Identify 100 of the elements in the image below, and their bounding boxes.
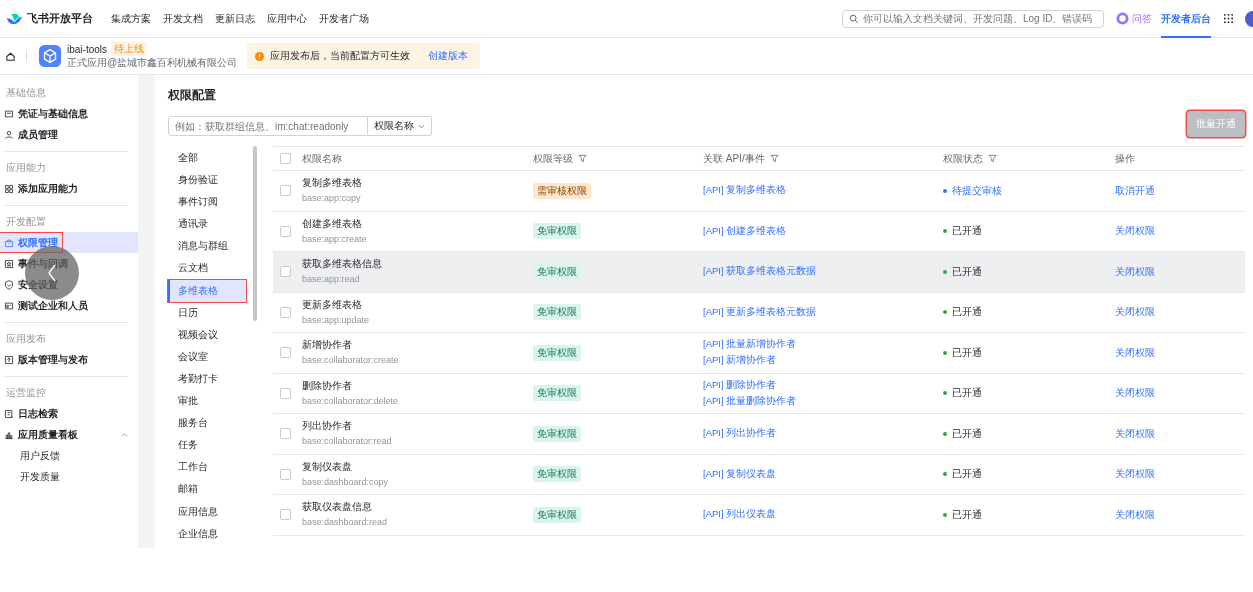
permission-name: 创建多维表格 [302,216,363,231]
api-link[interactable]: [API] 批量新增协作者 [703,338,943,352]
section-title: 应用发布 [5,332,47,346]
row-checkbox[interactable] [279,509,291,521]
ring-icon [1116,12,1129,25]
nav-link[interactable]: 更新日志 [215,11,255,26]
api-link[interactable]: [API] 列出仪表盘 [703,508,943,522]
app-subtitle: 正式应用@盐城市鑫百利机械有限公司 [67,56,238,70]
category-item[interactable]: 工作台 [168,456,246,479]
row-checkbox[interactable] [279,428,291,440]
caret-icon[interactable] [121,432,128,437]
nav-link[interactable]: 应用中心 [267,11,307,26]
level-tag: 免审权限 [533,385,581,402]
action-link[interactable]: 关闭权限 [1115,387,1155,399]
status-label: 已开通 [943,386,1115,401]
level-tag: 免审权限 [533,263,581,280]
sidebar-item[interactable]: 日志检索 [0,404,62,423]
brand-name[interactable]: 飞书开放平台 [27,11,93,26]
sidebar-subitem[interactable]: 开发质量 [0,466,138,487]
filter-input[interactable]: 例如：获取群组信息、im:chat:readonly [168,116,368,136]
permission-name: 列出协作者 [302,419,353,434]
category-item[interactable]: 应用信息 [168,500,246,523]
category-item[interactable]: 消息与群组 [168,235,246,258]
nav-link[interactable]: 集成方案 [111,11,151,26]
row-checkbox[interactable] [279,225,291,237]
action-link[interactable]: 关闭权限 [1115,508,1155,520]
action-link[interactable]: 关闭权限 [1115,306,1155,318]
sidebar-subitem[interactable]: 用户反馈 [0,445,138,466]
sidebar-item[interactable]: 添加应用能力 [0,179,82,198]
permission-scope: base:dashboard:copy [302,475,390,489]
api-link[interactable]: [API] 复制多维表格 [703,184,943,198]
nav-link[interactable]: 开发文档 [163,11,203,26]
action-link[interactable]: 取消开通 [1115,184,1155,196]
permission-name: 复制仪表盘 [302,459,353,474]
column-header: 权限状态 [943,151,983,166]
sidebar-item[interactable]: 凭证与基础信息 [0,104,92,123]
category-item[interactable]: 邮箱 [168,478,246,501]
create-version-link[interactable]: 创建版本 [428,49,469,63]
status-tag: 待上线 [111,42,148,56]
api-link[interactable]: [API] 复制仪表盘 [703,467,943,481]
app-name: ibai-tools [67,43,108,55]
api-link[interactable]: [API] 创建多维表格 [703,224,943,238]
category-item[interactable]: 身份验证 [168,169,246,192]
select-all-checkbox[interactable] [279,153,291,164]
action-link[interactable]: 关闭权限 [1115,265,1155,277]
filter-icon[interactable] [769,154,779,163]
filter-icon[interactable] [988,154,997,163]
category-item[interactable]: 多维表格 [168,279,246,302]
action-link[interactable]: 关闭权限 [1115,225,1155,237]
category-item[interactable]: 考勤打卡 [168,367,246,391]
permission-scope: base:app:update [302,313,371,327]
action-link[interactable]: 关闭权限 [1115,346,1155,358]
action-link[interactable]: 关闭权限 [1115,427,1155,439]
category-item[interactable]: 日历 [168,301,246,324]
apps-grid-icon[interactable] [1223,13,1234,24]
category-item[interactable]: 通讯录 [168,213,246,236]
category-item[interactable]: 事件订阅 [168,191,246,214]
api-link[interactable]: [API] 获取多维表格元数据 [703,265,943,279]
category-item[interactable]: 审批 [168,390,246,413]
permission-scope: base:collaborator:create [302,354,400,368]
sidebar-item[interactable]: 版本管理与发布 [0,350,92,369]
api-link[interactable]: [API] 列出协作者 [703,427,943,441]
row-checkbox[interactable] [279,468,291,480]
category-item[interactable]: 全部 [168,147,246,170]
status-label: 已开通 [943,264,1115,279]
qa-link[interactable]: 问答 [1132,11,1152,26]
column-header: 权限名称 [302,151,342,166]
api-link[interactable]: [API] 更新多维表格元数据 [703,305,943,319]
menu-icon [4,108,14,119]
menu-icon [4,258,14,269]
row-checkbox[interactable] [279,185,291,197]
category-item[interactable]: 任务 [168,434,246,457]
row-checkbox[interactable] [279,387,291,399]
api-link[interactable]: [API] 删除协作者 [703,378,943,392]
row-checkbox[interactable] [279,347,291,359]
action-link[interactable]: 关闭权限 [1115,468,1155,480]
scrollbar[interactable] [253,146,257,321]
permission-name: 更新多维表格 [302,297,363,312]
api-link[interactable]: [API] 新增协作者 [703,354,943,368]
status-label: 已开通 [943,345,1115,360]
sidebar-item[interactable]: 成员管理 [0,125,62,144]
row-checkbox[interactable] [279,266,291,278]
status-label: 已开通 [943,224,1115,239]
search-field[interactable]: 你可以输入文档关键词、开发问题、Log ID、错误码 [842,9,1104,28]
api-link[interactable]: [API] 批量删除协作者 [703,394,943,408]
category-item[interactable]: 服务台 [168,412,246,435]
category-item[interactable]: 云文档 [168,257,246,280]
field-select[interactable]: 权限名称 [368,116,432,136]
sidebar-item[interactable]: 测试企业和人员 [0,296,92,315]
category-item[interactable]: 视频会议 [168,323,246,346]
home-icon[interactable] [5,50,16,62]
sidebar-item[interactable]: 应用质量看板 [0,425,82,444]
nav-link[interactable]: 开发者广场 [319,11,369,26]
warning-icon [255,51,265,61]
console-tab[interactable]: 开发者后台 [1161,0,1211,38]
category-item[interactable]: 会议室 [168,345,246,368]
filter-icon[interactable] [578,154,587,163]
status-label: 已开通 [943,305,1115,320]
row-checkbox[interactable] [279,306,291,318]
category-item[interactable]: 企业信息 [168,522,246,545]
